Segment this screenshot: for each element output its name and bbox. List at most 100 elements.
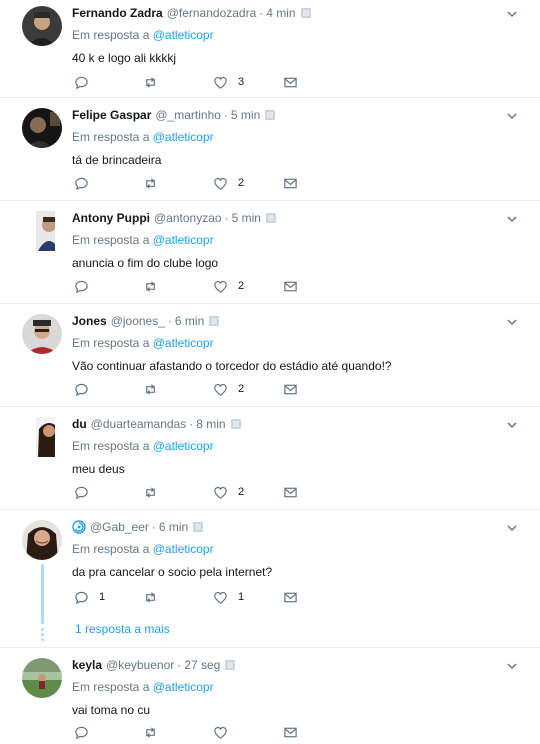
timestamp[interactable]: 5 min [231,108,260,122]
dm-button[interactable] [283,589,298,605]
reply-button[interactable] [74,74,99,90]
mention-link[interactable]: @atleticopr [153,542,214,556]
heart-icon [214,591,227,604]
separator: · [223,108,228,122]
timestamp[interactable]: 8 min [196,417,225,431]
reply-button[interactable] [74,175,99,191]
like-button[interactable]: 2 [213,484,244,500]
timestamp[interactable]: 6 min [175,314,204,328]
dm-button[interactable] [283,724,298,740]
tweet[interactable]: du @duarteamandas · 8 min Em resposta a … [0,407,540,510]
like-button[interactable]: 1 [213,589,244,605]
chevron-down-icon[interactable] [506,316,518,328]
display-name[interactable]: Felipe Gaspar [72,108,151,122]
avatar[interactable] [22,314,62,354]
envelope-icon [284,487,297,497]
dm-button[interactable] [283,484,298,500]
retweet-button[interactable] [143,74,158,90]
action-bar: 3 [72,74,312,90]
mention-link[interactable]: @atleticopr [153,130,214,144]
retweet-icon [146,591,155,603]
mention-link[interactable]: @atleticopr [153,28,214,42]
envelope-icon [284,77,297,87]
timestamp[interactable]: 27 seg [184,658,220,672]
like-button[interactable] [213,724,238,740]
username[interactable]: @antonyzao [154,211,222,225]
tweet-header: Felipe Gaspar @_martinho · 5 min [72,98,510,124]
display-name[interactable]: du [72,417,87,431]
tweet-text: tá de brincadeira [72,153,162,167]
timestamp[interactable]: 4 min [266,6,295,20]
tweet-header: @Gab_eer · 6 min [72,510,510,536]
reply-context: Em resposta a @atleticopr [72,336,510,352]
chevron-down-icon[interactable] [506,8,518,20]
display-name[interactable]: Fernando Zadra [72,6,163,20]
dm-button[interactable] [283,381,298,397]
avatar[interactable] [29,211,55,251]
chevron-down-icon[interactable] [506,110,518,122]
reply-button[interactable] [74,484,99,500]
reply-context: Em resposta a @atleticopr [72,28,510,44]
dm-button[interactable] [283,278,298,294]
username[interactable]: @_martinho [155,108,221,122]
tweet[interactable]: @Gab_eer · 6 min Em resposta a @atletico… [0,510,540,648]
avatar[interactable] [29,417,55,457]
show-more-replies-link[interactable]: 1 resposta a mais [75,622,170,636]
username[interactable]: @joones_ [111,314,165,328]
mention-link[interactable]: @atleticopr [153,233,214,247]
timestamp[interactable]: 5 min [232,211,261,225]
avatar[interactable] [22,658,62,698]
tweet-text: 40 k e logo ali kkkkj [72,51,177,65]
dm-button[interactable] [283,175,298,191]
tweet[interactable]: keyla @keybuenor · 27 seg Em resposta a … [0,648,540,744]
like-button[interactable]: 2 [213,278,244,294]
chevron-down-icon[interactable] [506,660,518,672]
dm-button[interactable] [283,74,298,90]
like-count: 2 [238,486,245,498]
retweet-button[interactable] [143,724,158,740]
retweet-button[interactable] [143,278,158,294]
separator: · [224,211,229,225]
avatar[interactable] [22,520,62,560]
tweet-header: keyla @keybuenor · 27 seg [72,648,510,674]
reply-context: Em resposta a @atleticopr [72,233,510,249]
avatar[interactable] [22,6,62,46]
mention-link[interactable]: @atleticopr [153,680,214,694]
tweet[interactable]: Fernando Zadra @fernandozadra · 4 min Em… [0,0,540,98]
username[interactable]: @duarteamandas [91,417,187,431]
chevron-down-icon[interactable] [506,213,518,225]
retweet-button[interactable] [143,381,158,397]
username[interactable]: @Gab_eer [90,520,149,534]
tweet-header: Jones @joones_ · 6 min [72,304,510,330]
heart-icon [214,76,227,89]
tweet[interactable]: Jones @joones_ · 6 min Em resposta a @at… [0,304,540,407]
display-name[interactable]: keyla [72,658,102,672]
like-button[interactable]: 2 [213,381,244,397]
like-button[interactable]: 3 [213,74,244,90]
reply-button[interactable]: 1 [74,589,105,605]
chevron-down-icon[interactable] [506,419,518,431]
chevron-down-icon[interactable] [506,522,518,534]
mention-link[interactable]: @atleticopr [153,336,214,350]
avatar[interactable] [22,108,62,148]
reply-button[interactable] [74,724,99,740]
mention-link[interactable]: @atleticopr [153,439,214,453]
display-name[interactable]: Jones [72,314,107,328]
like-button[interactable]: 2 [213,175,244,191]
retweet-button[interactable] [143,589,158,605]
reply-prefix: Em resposta a [72,542,150,556]
display-name[interactable]: Antony Puppi [72,211,150,225]
tweet[interactable]: Antony Puppi @antonyzao · 5 min Em respo… [0,201,540,304]
like-count: 3 [238,76,245,88]
reply-button[interactable] [74,278,99,294]
username[interactable]: @fernandozadra [167,6,257,20]
heart-icon [214,280,227,293]
tweet[interactable]: Felipe Gaspar @_martinho · 5 min Em resp… [0,98,540,201]
retweet-button[interactable] [143,175,158,191]
retweet-icon [146,177,155,189]
reply-button[interactable] [74,381,99,397]
retweet-button[interactable] [143,484,158,500]
username[interactable]: @keybuenor [106,658,174,672]
timestamp[interactable]: 6 min [159,520,188,534]
separator: · [189,417,194,431]
